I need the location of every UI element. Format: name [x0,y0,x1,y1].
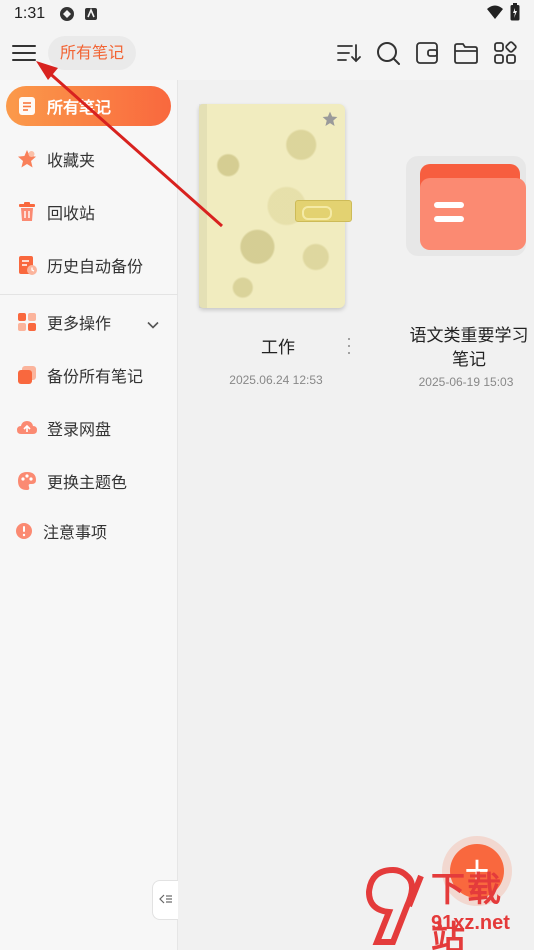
sidebar-item-all-notes[interactable]: 所有笔记 [6,86,171,126]
sidebar-divider [0,294,178,295]
status-bar: 1:31 [0,0,534,28]
sidebar-item-cloud-login[interactable]: 登录网盘 [6,408,171,448]
watermark-text: 下载站 [431,870,503,950]
chevron-down-icon [147,316,159,329]
sidebar-item-label: 历史自动备份 [47,257,144,276]
sidebar-item-label: 更换主题色 [47,473,128,492]
sidebar-item-label: 备份所有笔记 [47,367,144,386]
copy-icon [16,364,38,386]
sidebar-item-favorites[interactable]: 收藏夹 [6,139,171,179]
battery-icon [510,3,520,25]
note-title[interactable]: 工作 [248,336,308,360]
apps-grid-icon[interactable] [492,40,518,66]
sidebar-item-auto-backup-history[interactable]: 历史自动备份 [6,245,171,285]
collapse-icon [158,893,173,908]
star-icon [16,148,38,170]
cloud-upload-icon [16,417,38,439]
note-date: 2025.06.24 12:53 [229,373,323,387]
status-time: 1:31 [14,5,46,22]
palette-icon [16,470,38,492]
sidebar-item-label: 登录网盘 [47,420,112,439]
sidebar-item-more-actions[interactable]: 更多操作 [6,302,171,342]
folder-icon[interactable] [453,40,479,66]
app-notification-icon [83,6,99,22]
watermark-logo-icon [365,866,424,945]
search-icon[interactable] [375,40,401,66]
trash-icon [16,201,38,223]
sidebar-item-trash[interactable]: 回收站 [6,192,171,232]
notebook-icon[interactable] [414,40,440,66]
favorite-star-icon[interactable] [321,110,339,128]
backup-history-icon [16,254,38,276]
hamburger-menu-icon[interactable] [10,40,38,66]
more-options-icon[interactable] [346,338,352,354]
list-icon [16,95,38,117]
sidebar-item-label: 收藏夹 [47,151,96,170]
sidebar-item-theme-color[interactable]: 更换主题色 [6,461,171,501]
wifi-icon [486,4,504,24]
sidebar-item-notes-caution[interactable]: 注意事项 [6,511,171,551]
sidebar-item-label: 注意事项 [43,523,108,542]
site-watermark: 下载站 91xz.net [355,862,534,950]
collapse-sidebar-handle[interactable] [152,880,178,920]
watermark-url: 91xz.net [431,912,510,934]
toolbar [336,40,518,66]
sidebar-item-label: 所有笔记 [47,98,112,117]
folder-title-line2[interactable]: 笔记 [404,348,534,372]
notebook-clasp [295,200,352,222]
folder-cover[interactable] [406,156,526,256]
grid-icon [16,311,38,333]
alert-icon [14,520,34,542]
sort-icon[interactable] [336,40,362,66]
page-title[interactable]: 所有笔记 [48,36,137,70]
folder-date: 2025-06-19 15:03 [418,375,514,389]
notes-grid: 工作 2025.06.24 12:53 语文类重要学习 笔记 2025-06-1… [178,80,534,950]
sidebar-item-label: 更多操作 [47,314,112,333]
sync-icon [59,6,75,22]
folder-title-line1[interactable]: 语文类重要学习 [404,324,534,348]
sidebar: 所有笔记 收藏夹 回收站 历史自动备份 更多操作 备份所有笔记 登录网盘 更换主… [0,80,178,950]
sidebar-item-backup-all[interactable]: 备份所有笔记 [6,355,171,395]
sidebar-item-label: 回收站 [47,204,96,223]
top-app-bar: 所有笔记 [0,28,534,80]
